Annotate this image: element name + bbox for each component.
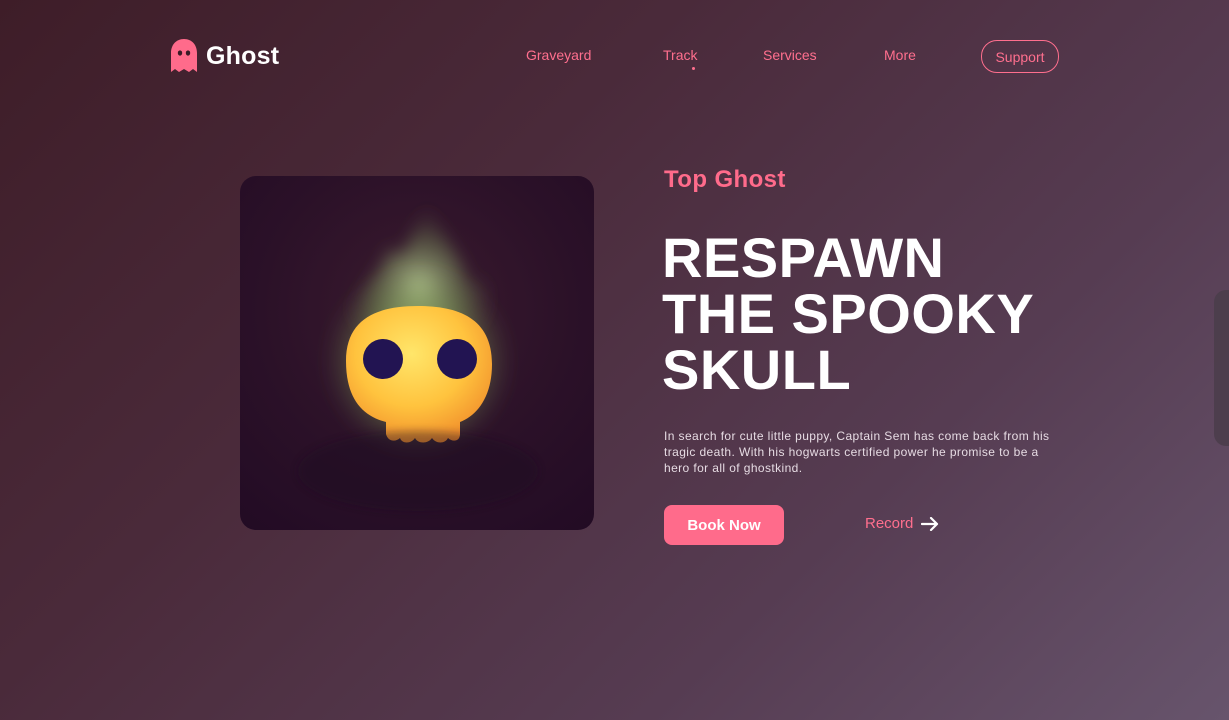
nav-link-services[interactable]: Services — [763, 47, 817, 63]
record-link[interactable]: Record — [865, 515, 939, 532]
hero-headline: RESPAWN THE SPOOKY SKULL — [662, 230, 1082, 398]
hero-image-card — [240, 176, 594, 530]
headline-line-1: RESPAWN — [662, 226, 945, 289]
hero-description: In search for cute little puppy, Captain… — [664, 429, 1050, 475]
support-button[interactable]: Support — [981, 40, 1059, 73]
headline-line-2: THE SPOOKY — [662, 282, 1035, 345]
nav-link-more[interactable]: More — [884, 47, 916, 63]
side-panel-tab[interactable] — [1214, 290, 1229, 446]
hero-eyebrow: Top Ghost — [664, 166, 786, 193]
top-navigation: Ghost Graveyard Track Services More Supp… — [0, 0, 1229, 110]
headline-line-3: SKULL — [662, 338, 852, 401]
record-label: Record — [865, 515, 914, 532]
flaming-skull-icon — [298, 196, 538, 511]
book-now-button[interactable]: Book Now — [664, 505, 784, 545]
nav-link-graveyard[interactable]: Graveyard — [526, 47, 591, 63]
arrow-right-icon — [921, 516, 939, 531]
nav-link-track[interactable]: Track — [663, 47, 697, 70]
